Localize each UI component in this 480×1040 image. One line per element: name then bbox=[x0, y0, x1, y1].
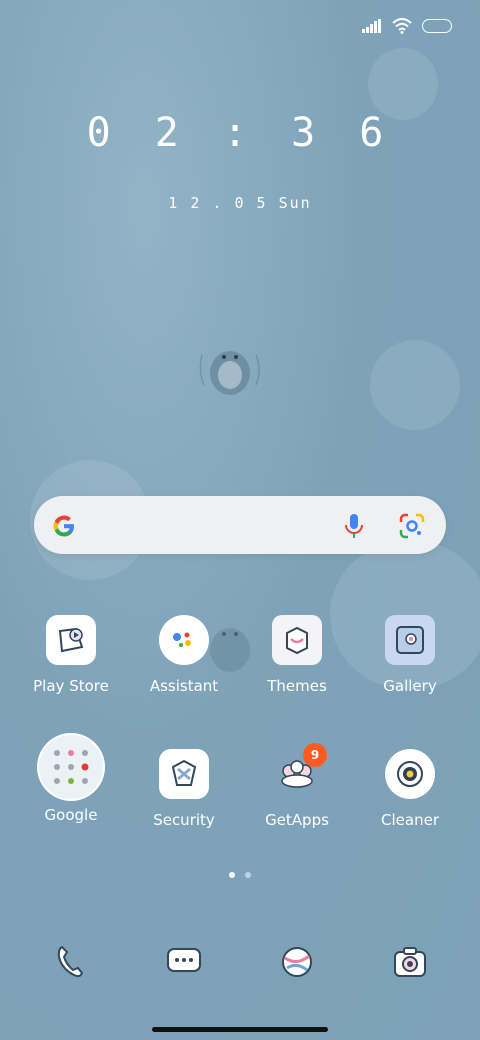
app-cleaner[interactable]: Cleaner bbox=[354, 749, 466, 829]
penguin-decoration-icon bbox=[199, 351, 260, 395]
page-dot[interactable] bbox=[245, 872, 251, 878]
app-play-store[interactable]: Play Store bbox=[15, 615, 127, 695]
assistant-icon bbox=[159, 615, 209, 665]
app-label: Cleaner bbox=[381, 811, 439, 829]
gallery-icon bbox=[385, 615, 435, 665]
app-label: Assistant bbox=[149, 677, 219, 695]
app-assistant[interactable]: Assistant bbox=[128, 615, 240, 695]
home-gesture-bar[interactable] bbox=[152, 1027, 328, 1032]
status-bar bbox=[362, 18, 452, 34]
dock-messages[interactable] bbox=[159, 937, 209, 987]
google-g-icon bbox=[53, 515, 74, 537]
messages-icon bbox=[167, 948, 201, 972]
google-folder-icon bbox=[37, 733, 105, 801]
app-label: Gallery bbox=[383, 677, 437, 695]
battery-icon bbox=[422, 19, 452, 33]
browser-icon bbox=[282, 947, 312, 977]
wifi-icon bbox=[392, 18, 412, 34]
page-indicator[interactable] bbox=[0, 872, 480, 878]
dock-camera[interactable] bbox=[385, 937, 435, 987]
app-gallery[interactable]: Gallery bbox=[354, 615, 466, 695]
signal-icon bbox=[362, 19, 381, 33]
app-label: Themes bbox=[267, 677, 327, 695]
themes-icon bbox=[272, 615, 322, 665]
security-icon bbox=[159, 749, 209, 799]
dock-phone[interactable] bbox=[46, 937, 96, 987]
wallpaper-bubble bbox=[370, 340, 460, 430]
app-themes[interactable]: Themes bbox=[241, 615, 353, 695]
mic-icon[interactable] bbox=[342, 512, 366, 540]
clock-date[interactable]: 1 2 . 0 5 Sun bbox=[0, 194, 480, 212]
app-google-folder[interactable]: Google bbox=[15, 733, 127, 824]
camera-icon bbox=[394, 947, 426, 977]
notification-badge: 9 bbox=[303, 743, 327, 767]
phone-icon bbox=[57, 945, 84, 978]
lens-icon[interactable] bbox=[398, 512, 426, 540]
google-search-bar[interactable] bbox=[34, 496, 446, 554]
play-store-icon bbox=[46, 615, 96, 665]
cleaner-icon bbox=[385, 749, 435, 799]
app-security[interactable]: Security bbox=[128, 749, 240, 829]
clock-time[interactable]: 0 2 : 3 6 bbox=[0, 110, 480, 156]
app-label: Security bbox=[153, 811, 215, 829]
app-label: Google bbox=[44, 806, 98, 824]
dock-browser[interactable] bbox=[272, 937, 322, 987]
app-label: GetApps bbox=[265, 811, 329, 829]
app-label: Play Store bbox=[33, 677, 109, 695]
page-dot-active[interactable] bbox=[229, 872, 235, 878]
app-getapps[interactable]: 9 GetApps bbox=[241, 743, 353, 829]
